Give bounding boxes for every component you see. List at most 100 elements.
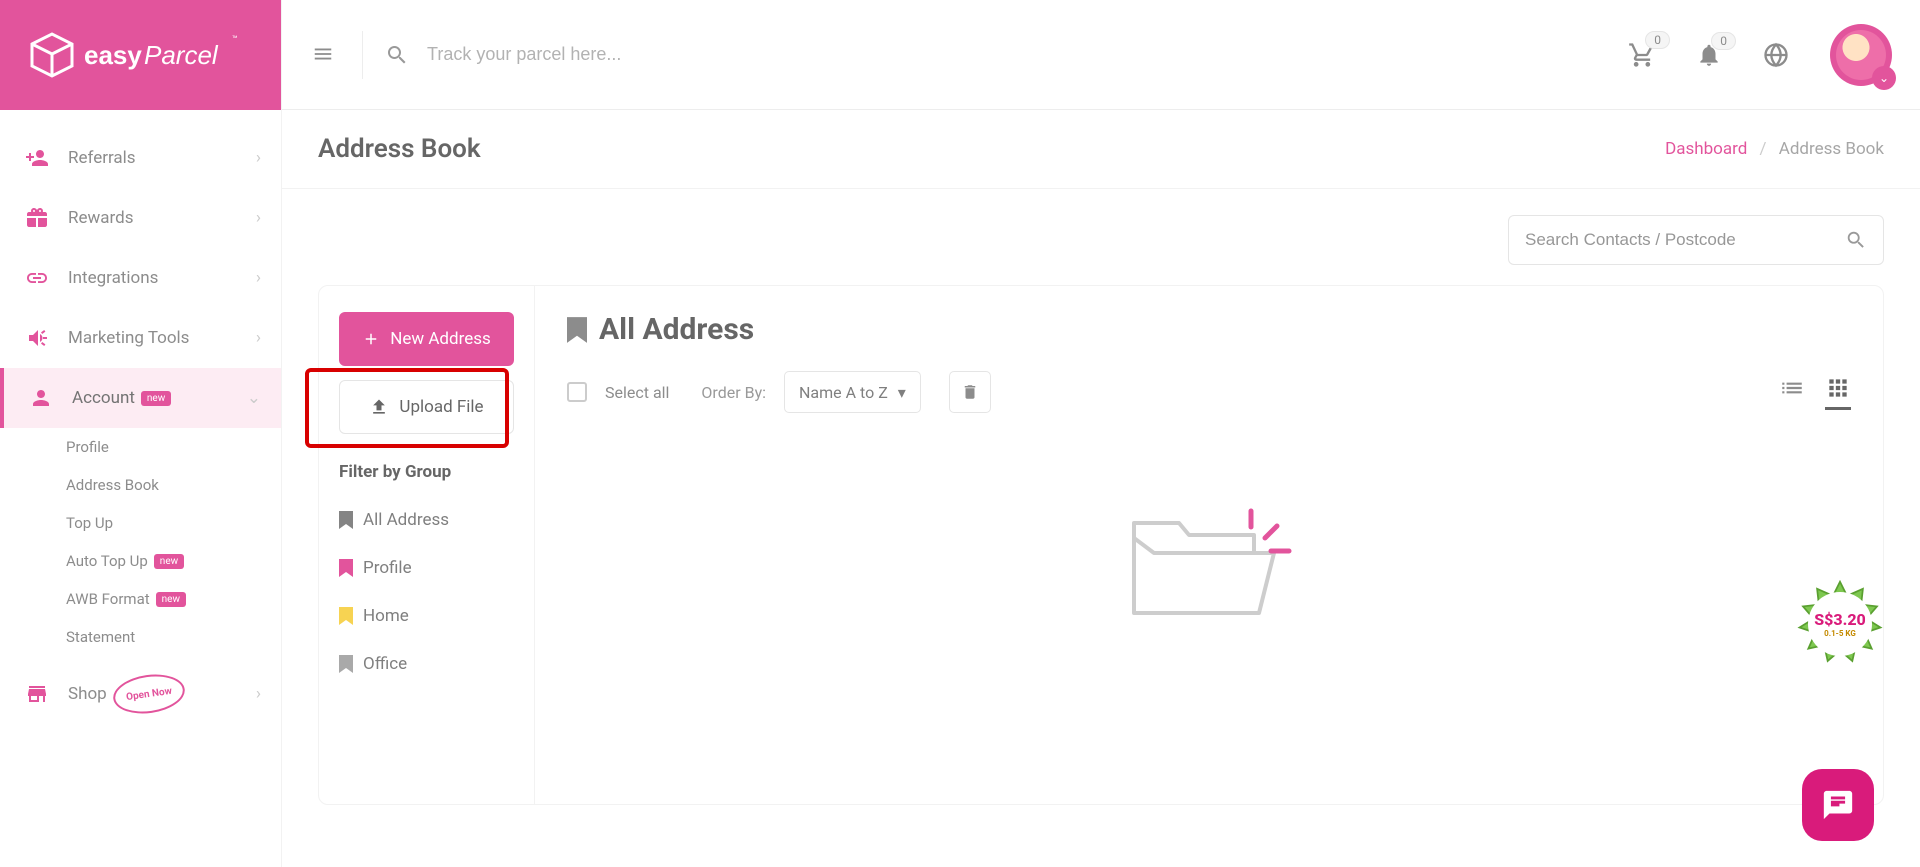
group-office[interactable]: Office (339, 640, 514, 688)
chat-fab[interactable] (1802, 769, 1874, 841)
sidebar-item-marketing[interactable]: Marketing Tools › (0, 308, 281, 368)
sidebar-item-label: Rewards (68, 208, 133, 228)
chevron-right-icon: › (256, 268, 261, 288)
notification-count: 0 (1711, 32, 1736, 50)
sidebar: easy Parcel ™ Referrals › Rewards › (0, 0, 282, 867)
sidebar-item-label: Referrals (68, 148, 136, 168)
contacts-search-input[interactable] (1525, 230, 1845, 250)
header: 0 0 ⌄ (282, 0, 1920, 110)
new-badge: new (141, 391, 171, 406)
bookmark-icon (339, 607, 353, 625)
group-profile[interactable]: Profile (339, 544, 514, 592)
chevron-down-icon: ⌄ (247, 388, 261, 408)
sidebar-item-account[interactable]: Account new ⌄ (0, 368, 281, 428)
sidebar-item-rewards[interactable]: Rewards › (0, 188, 281, 248)
subnav-top-up[interactable]: Top Up (66, 504, 281, 542)
list-panel: All Address Select all Order By: Name A … (535, 286, 1883, 804)
sort-select[interactable]: Name A to Z ▾ (784, 371, 921, 413)
contact-search[interactable] (1508, 215, 1884, 265)
gift-icon (24, 205, 50, 231)
breadcrumb-current: Address Book (1779, 139, 1884, 159)
grid-view-button[interactable] (1825, 375, 1851, 410)
brand-logo[interactable]: easy Parcel ™ (0, 0, 281, 110)
filters-panel: New Address Upload File Filter by Group … (319, 286, 535, 804)
cart-icon[interactable]: 0 (1628, 41, 1656, 69)
bookmark-icon (339, 655, 353, 673)
chevron-right-icon: › (256, 208, 261, 228)
trash-icon (961, 383, 979, 401)
upload-file-button[interactable]: Upload File (339, 380, 514, 434)
store-icon (24, 681, 50, 707)
empty-state (567, 493, 1851, 643)
globe-icon[interactable] (1762, 41, 1790, 69)
chevron-right-icon: › (256, 328, 261, 348)
view-toggles (1779, 375, 1851, 410)
chat-icon (1821, 788, 1855, 822)
dropdown-icon: ▾ (898, 383, 906, 402)
subnav-profile[interactable]: Profile (66, 428, 281, 466)
title-bar: Address Book Dashboard / Address Book (282, 110, 1920, 189)
section-heading: All Address (567, 312, 1851, 347)
list-toolbar: Select all Order By: Name A to Z ▾ (567, 371, 1851, 413)
delete-button[interactable] (949, 371, 991, 413)
upload-icon (369, 397, 389, 417)
sidebar-nav: Referrals › Rewards › Integrations › (0, 110, 281, 724)
menu-icon[interactable] (310, 43, 340, 67)
megaphone-icon (24, 325, 50, 351)
select-all-checkbox[interactable] (567, 382, 587, 402)
page-title: Address Book (318, 134, 481, 164)
sidebar-item-label: Marketing Tools (68, 328, 189, 348)
bell-icon[interactable]: 0 (1696, 42, 1722, 68)
sidebar-subnav-account: Profile Address Book Top Up Auto Top Upn… (0, 428, 281, 656)
contacts-toolbar (282, 189, 1920, 275)
subnav-awb-format[interactable]: AWB Formatnew (66, 580, 281, 618)
search-icon[interactable] (385, 43, 409, 67)
promo-sticker[interactable]: S$3.20 0.1-5 KG (1796, 580, 1884, 668)
chevron-down-icon: ⌄ (1872, 66, 1896, 90)
svg-text:™: ™ (232, 35, 238, 45)
subnav-statement[interactable]: Statement (66, 618, 281, 656)
plus-icon (362, 330, 380, 348)
new-address-button[interactable]: New Address (339, 312, 514, 366)
person-icon (28, 385, 54, 411)
bookmark-icon (339, 511, 353, 529)
separator (362, 31, 363, 79)
sidebar-item-label: Shop (68, 684, 107, 704)
svg-text:Parcel: Parcel (144, 40, 219, 70)
breadcrumb-dashboard[interactable]: Dashboard (1665, 139, 1747, 159)
breadcrumb: Dashboard / Address Book (1665, 139, 1884, 159)
grid-icon (1825, 375, 1851, 401)
group-all-address[interactable]: All Address (339, 496, 514, 544)
empty-folder-icon (1119, 493, 1299, 643)
sidebar-item-referrals[interactable]: Referrals › (0, 128, 281, 188)
new-badge: new (156, 592, 186, 607)
bookmark-icon (339, 559, 353, 577)
search-icon[interactable] (1845, 229, 1867, 251)
list-icon (1779, 375, 1805, 401)
chevron-right-icon: › (256, 148, 261, 168)
select-all-label: Select all (605, 383, 669, 402)
promo-price: S$3.20 (1814, 610, 1866, 629)
link-icon (24, 265, 50, 291)
cart-count: 0 (1645, 31, 1670, 49)
open-now-badge: Open Now (113, 675, 185, 713)
svg-text:easy: easy (84, 40, 142, 70)
group-home[interactable]: Home (339, 592, 514, 640)
person-add-icon (24, 145, 50, 171)
filter-title: Filter by Group (339, 462, 514, 482)
breadcrumb-sep: / (1760, 139, 1767, 159)
chevron-right-icon: › (256, 684, 261, 704)
sidebar-item-label: Account (72, 388, 135, 408)
subnav-address-book[interactable]: Address Book (66, 466, 281, 504)
subnav-auto-top-up[interactable]: Auto Top Upnew (66, 542, 281, 580)
order-by-label: Order By: (701, 383, 766, 402)
sidebar-item-label: Integrations (68, 268, 158, 288)
sidebar-item-shop[interactable]: Shop Open Now › (0, 664, 281, 724)
promo-weight: 0.1-5 KG (1824, 629, 1856, 638)
content-card: New Address Upload File Filter by Group … (318, 285, 1884, 805)
track-parcel-input[interactable] (427, 44, 827, 65)
user-menu[interactable]: ⌄ (1830, 24, 1892, 86)
sidebar-item-integrations[interactable]: Integrations › (0, 248, 281, 308)
list-view-button[interactable] (1779, 375, 1805, 410)
main: 0 0 ⌄ Address Book Dashboard / (282, 0, 1920, 867)
